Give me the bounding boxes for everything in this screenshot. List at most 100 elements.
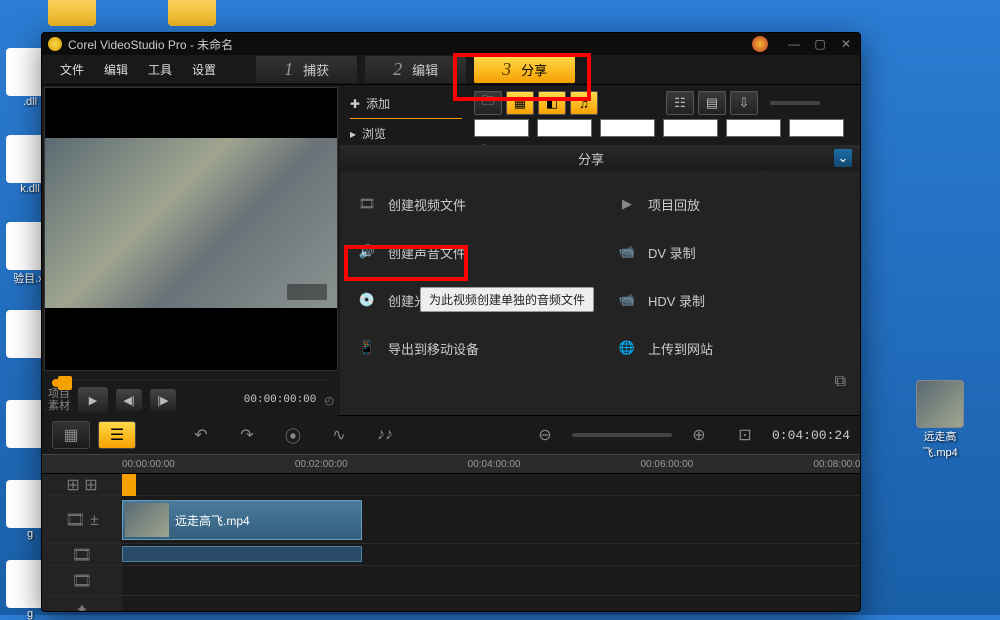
transport-bar: ⧉ 项目 素材 ▶ ◀| |▶ 00:00:00:00 ◴ bbox=[44, 371, 338, 417]
scrubber[interactable] bbox=[52, 379, 330, 381]
about-icon[interactable] bbox=[752, 36, 768, 52]
close-button[interactable]: ✕ bbox=[838, 36, 854, 52]
upload-web[interactable]: 🌐上传到网站 bbox=[610, 333, 850, 363]
plus-icon: ✚ bbox=[350, 97, 360, 111]
preview-image bbox=[45, 138, 337, 308]
desktop-folder[interactable] bbox=[42, 0, 102, 26]
zoom-slider[interactable] bbox=[572, 433, 672, 437]
step-share[interactable]: 3分享 bbox=[474, 56, 575, 83]
menu-file[interactable]: 文件 bbox=[50, 57, 94, 82]
lib-sort-button[interactable]: ▤ bbox=[698, 91, 726, 115]
zoom-in-button[interactable]: ⊕ bbox=[680, 421, 718, 449]
tooltip: 为此视频创建单独的音频文件 bbox=[420, 287, 594, 312]
mode-material[interactable]: 素材 bbox=[48, 400, 70, 412]
mobile-icon: 📱 bbox=[356, 337, 378, 359]
videostudio-window: Corel VideoStudio Pro - 未命名 — ▢ ✕ 文件 编辑 … bbox=[41, 32, 861, 612]
hdv-record[interactable]: 📹HDV 录制 bbox=[610, 285, 850, 315]
lib-thumb[interactable] bbox=[537, 119, 592, 137]
lib-view-button[interactable]: ☷ bbox=[666, 91, 694, 115]
create-video-file[interactable]: 🎞创建视频文件 bbox=[350, 189, 590, 219]
share-title: 分享 bbox=[348, 149, 834, 168]
lib-image-button[interactable]: ◧ bbox=[538, 91, 566, 115]
play-button[interactable]: ▶ bbox=[78, 387, 108, 413]
camera-icon: 📹 bbox=[616, 289, 638, 311]
sound-mixer-button[interactable]: ∿ bbox=[320, 421, 358, 449]
playhead[interactable] bbox=[122, 474, 136, 496]
timeline-ruler[interactable]: 00:00:00:00 00:02:00:00 00:04:00:00 00:0… bbox=[42, 454, 860, 474]
storyboard-view-button[interactable]: ▦ bbox=[52, 421, 90, 449]
step-edit[interactable]: 2编辑 bbox=[365, 56, 466, 83]
menu-tools[interactable]: 工具 bbox=[138, 57, 182, 82]
library-browse[interactable]: ▸浏览 bbox=[346, 121, 466, 146]
lib-thumb[interactable] bbox=[789, 119, 844, 137]
title-track[interactable] bbox=[122, 566, 860, 595]
step-capture[interactable]: 1捕获 bbox=[256, 56, 357, 83]
menu-settings[interactable]: 设置 bbox=[182, 57, 226, 82]
minimize-button[interactable]: — bbox=[786, 36, 802, 52]
globe-icon: 🌐 bbox=[616, 337, 638, 359]
maximize-button[interactable]: ▢ bbox=[812, 36, 828, 52]
lib-import-button[interactable]: ⇩ bbox=[730, 91, 758, 115]
preview-viewport[interactable] bbox=[44, 87, 338, 371]
create-disc[interactable]: 💿创建光盘 为此视频创建单独的音频文件 bbox=[350, 285, 590, 315]
share-header: 分享 ⌄ bbox=[340, 145, 860, 171]
lib-thumb[interactable] bbox=[726, 119, 781, 137]
desktop-folder[interactable] bbox=[162, 0, 222, 26]
redo-button[interactable]: ↷ bbox=[228, 421, 266, 449]
auto-music-button[interactable]: ♪♪ bbox=[366, 421, 404, 449]
disc-icon: 💿 bbox=[356, 289, 378, 311]
titlebar: Corel VideoStudio Pro - 未命名 — ▢ ✕ bbox=[42, 33, 860, 55]
right-panel: ✚添加 ▸浏览 🗀 ▦ ◧ ♫ ☷ ▤ ⇩ bbox=[340, 85, 860, 415]
audio-waveform[interactable] bbox=[122, 546, 362, 562]
prev-frame-button[interactable]: ◀| bbox=[116, 389, 142, 411]
timeline-toolbar: ▦ ☰ ↶ ↷ ⦿ ∿ ♪♪ ⊖ ⊕ ⊡ 0:04:00:24 bbox=[42, 416, 860, 454]
workspace: ⧉ 项目 素材 ▶ ◀| |▶ 00:00:00:00 ◴ ✚添加 bbox=[42, 85, 860, 415]
voice-track[interactable] bbox=[122, 596, 860, 612]
triangle-icon: ▸ bbox=[350, 127, 356, 141]
create-sound-file[interactable]: 🔊创建声音文件 bbox=[350, 237, 590, 267]
fit-button[interactable]: ⊡ bbox=[726, 421, 764, 449]
track-head-video[interactable]: 🎞 ± bbox=[42, 496, 122, 543]
reel-icon: ▶ bbox=[616, 193, 638, 215]
expand-button[interactable]: ⌄ bbox=[834, 149, 852, 167]
lib-thumb[interactable] bbox=[474, 119, 529, 137]
track-head-voice[interactable]: ✦ bbox=[42, 596, 122, 612]
library-thumbs bbox=[474, 119, 854, 137]
lib-thumb[interactable] bbox=[663, 119, 718, 137]
library-add[interactable]: ✚添加 bbox=[346, 91, 466, 116]
track-head-title[interactable]: 🎞 bbox=[42, 566, 122, 595]
preview-panel: ⧉ 项目 素材 ▶ ◀| |▶ 00:00:00:00 ◴ bbox=[42, 85, 340, 415]
menu-edit[interactable]: 编辑 bbox=[94, 57, 138, 82]
record-button[interactable]: ⦿ bbox=[274, 421, 312, 449]
timeline-view-button[interactable]: ☰ bbox=[98, 421, 136, 449]
lib-video-button[interactable]: ▦ bbox=[506, 91, 534, 115]
timeline-tracks: ⊞ ⊞ 🎞 ± 远走高飞.mp4 🎞 bbox=[42, 474, 860, 612]
repeat-icon[interactable]: ⧉ bbox=[835, 373, 846, 391]
project-playback[interactable]: ▶项目回放 bbox=[610, 189, 850, 219]
export-mobile[interactable]: 📱导出到移动设备 bbox=[350, 333, 590, 363]
dv-record[interactable]: 📹DV 录制 bbox=[610, 237, 850, 267]
lib-thumb[interactable] bbox=[600, 119, 655, 137]
video-clip[interactable]: 远走高飞.mp4 bbox=[122, 500, 362, 540]
timeline-duration: 0:04:00:24 bbox=[772, 428, 850, 443]
camera-icon: 📹 bbox=[616, 241, 638, 263]
overlay-track[interactable] bbox=[122, 544, 860, 565]
track-head-marker[interactable]: ⊞ ⊞ bbox=[42, 474, 122, 495]
clip-thumbnail bbox=[125, 503, 169, 537]
desktop-video-file[interactable]: 远走高飞.mp4 bbox=[910, 380, 970, 460]
share-body: 🎞创建视频文件 🔊创建声音文件 💿创建光盘 为此视频创建单独的音频文件 📱导出到… bbox=[340, 171, 860, 415]
marker-track[interactable] bbox=[122, 474, 860, 495]
timeline-panel: ▦ ☰ ↶ ↷ ⦿ ∿ ♪♪ ⊖ ⊕ ⊡ 0:04:00:24 00:00:00… bbox=[42, 415, 860, 612]
undo-button[interactable]: ↶ bbox=[182, 421, 220, 449]
lib-folder-button[interactable]: 🗀 bbox=[474, 91, 502, 115]
timecode: 00:00:00:00 bbox=[244, 394, 317, 406]
zoom-out-button[interactable]: ⊖ bbox=[526, 421, 564, 449]
clip-name: 远走高飞.mp4 bbox=[175, 512, 250, 529]
lib-zoom-slider[interactable] bbox=[770, 101, 820, 105]
lib-audio-button[interactable]: ♫ bbox=[570, 91, 598, 115]
app-icon bbox=[48, 37, 62, 51]
video-track[interactable]: 远走高飞.mp4 bbox=[122, 496, 860, 543]
track-head-overlay[interactable]: 🎞 bbox=[42, 544, 122, 565]
next-frame-button[interactable]: |▶ bbox=[150, 389, 176, 411]
film-icon: 🎞 bbox=[356, 193, 378, 215]
